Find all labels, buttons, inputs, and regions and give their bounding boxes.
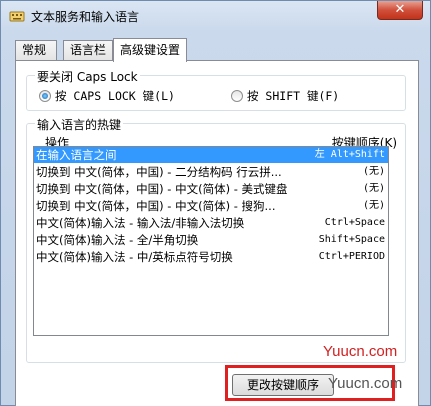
row-action: 切换到 中文(简体，中国) - 中文(简体) - 美式键盘 <box>36 182 288 196</box>
row-keys: 左 Alt+Shift <box>314 149 385 160</box>
row-action: 在输入语言之间 <box>36 148 117 162</box>
tab-strip: 常规 语言栏 高级键设置 <box>15 38 419 62</box>
tab-general[interactable]: 常规 <box>15 40 57 61</box>
row-keys: (无) <box>362 183 385 194</box>
list-item[interactable]: 中文(简体)输入法 - 输入法/非输入法切换 Ctrl+Space <box>34 215 388 231</box>
keyboard-app-icon <box>9 11 25 22</box>
row-keys: (无) <box>362 166 385 177</box>
row-action: 中文(简体)输入法 - 中/英标点符号切换 <box>36 250 233 264</box>
list-item[interactable]: 中文(简体)输入法 - 全/半角切换 Shift+Space <box>34 232 388 248</box>
radio-caps-lock-label: 按 CAPS LOCK 键(L) <box>55 89 175 103</box>
watermark-text: Yuucn.com <box>323 343 398 360</box>
list-item[interactable]: 切换到 中文(简体，中国) - 二分结构码 行云拼... (无) <box>34 164 388 180</box>
radio-selected-icon <box>39 90 51 102</box>
radio-unselected-icon <box>231 90 243 102</box>
close-button[interactable]: ✕ <box>377 1 423 20</box>
caps-lock-group: 要关闭 Caps Lock 按 CAPS LOCK 键(L) 按 SHIFT 键… <box>26 68 406 111</box>
hotkeys-legend: 输入语言的热键 <box>35 116 124 133</box>
tab-language-bar[interactable]: 语言栏 <box>63 40 113 61</box>
tab-advanced-key-settings[interactable]: 高级键设置 <box>113 38 187 62</box>
window-title: 文本服务和输入语言 <box>31 10 140 24</box>
row-keys: Ctrl+PERIOD <box>318 251 385 262</box>
row-keys: Shift+Space <box>318 234 385 245</box>
radio-caps-lock[interactable]: 按 CAPS LOCK 键(L) <box>39 88 175 104</box>
radio-shift[interactable]: 按 SHIFT 键(F) <box>231 88 339 104</box>
row-keys: (无) <box>362 200 385 211</box>
list-item[interactable]: 中文(简体)输入法 - 中/英标点符号切换 Ctrl+PERIOD <box>34 249 388 265</box>
row-action: 切换到 中文(简体，中国) - 二分结构码 行云拼... <box>36 165 282 179</box>
caps-lock-legend: 要关闭 Caps Lock <box>35 68 140 85</box>
row-action: 中文(简体)输入法 - 输入法/非输入法切换 <box>36 216 245 230</box>
hotkey-list[interactable]: 在输入语言之间 左 Alt+Shift 切换到 中文(简体，中国) - 二分结构… <box>33 146 389 336</box>
row-action: 切换到 中文(简体，中国) - 中文(简体) - 搜狗... <box>36 199 276 213</box>
list-item[interactable]: 在输入语言之间 左 Alt+Shift <box>34 147 388 163</box>
title-bar[interactable]: 文本服务和输入语言 ✕ <box>1 1 430 31</box>
dialog-window: 文本服务和输入语言 ✕ 常规 语言栏 高级键设置 要关闭 Caps Lock 按… <box>0 0 431 406</box>
row-keys: Ctrl+Space <box>324 217 385 228</box>
list-item[interactable]: 切换到 中文(简体，中国) - 中文(简体) - 搜狗... (无) <box>34 198 388 214</box>
watermark-text-secondary: Yuucn.com <box>328 375 403 392</box>
row-action: 中文(简体)输入法 - 全/半角切换 <box>36 233 199 247</box>
list-item[interactable]: 切换到 中文(简体，中国) - 中文(简体) - 美式键盘 (无) <box>34 181 388 197</box>
radio-shift-label: 按 SHIFT 键(F) <box>247 89 340 103</box>
